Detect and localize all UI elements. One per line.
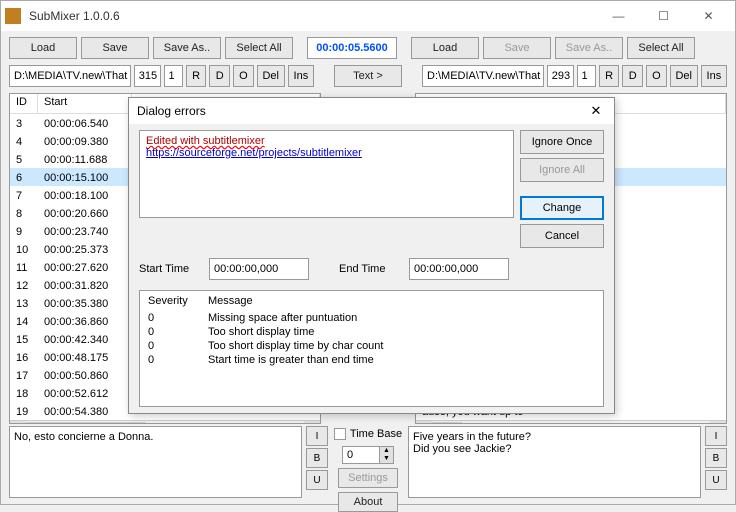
error-row[interactable]: 0Start time is greater than end time bbox=[140, 353, 603, 367]
about-button[interactable]: About bbox=[338, 492, 398, 512]
subtitle-text-left[interactable]: No, esto concierne a Donna. bbox=[9, 426, 302, 498]
path-field-left[interactable]: D:\MEDIA\TV.new\That 7 bbox=[9, 65, 131, 87]
app-icon bbox=[5, 8, 21, 24]
selectall-button-left[interactable]: Select All bbox=[225, 37, 293, 59]
path-field-right[interactable]: D:\MEDIA\TV.new\That bbox=[422, 65, 544, 87]
ignore-once-button[interactable]: Ignore Once bbox=[520, 130, 604, 154]
timebase-check[interactable]: Time Base bbox=[334, 426, 402, 442]
bold-button-l[interactable]: B bbox=[306, 448, 328, 468]
count1-right[interactable]: 293 bbox=[547, 65, 574, 87]
load-button-left[interactable]: Load bbox=[9, 37, 77, 59]
saveas-button-left[interactable]: Save As.. bbox=[153, 37, 221, 59]
change-button[interactable]: Change bbox=[520, 196, 604, 220]
spinbox[interactable]: 0 ▲▼ bbox=[342, 446, 394, 464]
load-button-right[interactable]: Load bbox=[411, 37, 479, 59]
col-id: ID bbox=[10, 94, 38, 113]
selectall-button-right[interactable]: Select All bbox=[627, 37, 695, 59]
col-message: Message bbox=[200, 293, 603, 309]
end-time-label: End Time bbox=[339, 263, 403, 275]
dialog-title: Dialog errors bbox=[137, 104, 586, 118]
dialog-errors: Dialog errors ✕ Edited with subtitlemixe… bbox=[128, 97, 615, 414]
center-bottom: Time Base 0 ▲▼ Settings About bbox=[332, 426, 404, 498]
edit-line2: https://sourceforge.net/projects/subtitl… bbox=[146, 147, 507, 159]
titlebar: SubMixer 1.0.0.6 — ☐ ✕ bbox=[1, 1, 735, 31]
close-button[interactable]: ✕ bbox=[686, 2, 731, 30]
r-button-left[interactable]: R bbox=[186, 65, 207, 87]
d-button-right[interactable]: D bbox=[622, 65, 643, 87]
bottom-row: No, esto concierne a Donna. I B U Time B… bbox=[1, 424, 735, 504]
h-scroll-right[interactable]: ◄ ► bbox=[416, 420, 726, 424]
count2-right[interactable]: 1 bbox=[577, 65, 596, 87]
del-button-left[interactable]: Del bbox=[257, 65, 285, 87]
dialog-edit-box[interactable]: Edited with subtitlemixer https://source… bbox=[139, 130, 514, 218]
bold-button-r[interactable]: B bbox=[705, 448, 727, 468]
window-title: SubMixer 1.0.0.6 bbox=[29, 9, 596, 23]
toolbar: Load Save Save As.. Select All 00:00:05.… bbox=[1, 31, 735, 65]
maximize-button[interactable]: ☐ bbox=[641, 2, 686, 30]
timebase-label: Time Base bbox=[350, 428, 402, 440]
dialog-titlebar: Dialog errors ✕ bbox=[129, 98, 614, 124]
edit-line1: Edited with subtitlemixer bbox=[146, 135, 507, 147]
ignore-all-button[interactable]: Ignore All bbox=[520, 158, 604, 182]
error-row[interactable]: 0Missing space after puntuation bbox=[140, 311, 603, 325]
checkbox-icon bbox=[334, 428, 346, 440]
dialog-close-button[interactable]: ✕ bbox=[586, 103, 606, 119]
del-button-right[interactable]: Del bbox=[670, 65, 698, 87]
count1-left[interactable]: 315 bbox=[134, 65, 161, 87]
error-row[interactable]: 0Too short display time bbox=[140, 325, 603, 339]
save-button-left[interactable]: Save bbox=[81, 37, 149, 59]
col-severity: Severity bbox=[140, 293, 200, 309]
saveas-button-right[interactable]: Save As.. bbox=[555, 37, 623, 59]
start-time-label: Start Time bbox=[139, 263, 203, 275]
dialog-errors-table[interactable]: Severity Message 0Missing space after pu… bbox=[139, 290, 604, 407]
ins-button-left[interactable]: Ins bbox=[288, 65, 314, 87]
time-display: 00:00:05.5600 bbox=[307, 37, 397, 59]
italic-button-l[interactable]: I bbox=[306, 426, 328, 446]
text-arrow-button[interactable]: Text > bbox=[334, 65, 402, 87]
d-button-left[interactable]: D bbox=[209, 65, 230, 87]
format-buttons-right: I B U bbox=[705, 426, 727, 498]
subtitle-text-right[interactable]: Five years in the future? Did you see Ja… bbox=[408, 426, 701, 498]
italic-button-r[interactable]: I bbox=[705, 426, 727, 446]
count2-left[interactable]: 1 bbox=[164, 65, 183, 87]
path-row: D:\MEDIA\TV.new\That 7 315 1 R D O Del I… bbox=[1, 65, 735, 93]
minimize-button[interactable]: — bbox=[596, 2, 641, 30]
end-time-field[interactable]: 00:00:00,000 bbox=[409, 258, 509, 280]
r-button-right[interactable]: R bbox=[599, 65, 620, 87]
o-button-right[interactable]: O bbox=[646, 65, 667, 87]
settings-button[interactable]: Settings bbox=[338, 468, 398, 488]
error-row[interactable]: 0Too short display time by char count bbox=[140, 339, 603, 353]
cancel-button[interactable]: Cancel bbox=[520, 224, 604, 248]
o-button-left[interactable]: O bbox=[233, 65, 254, 87]
underline-button-l[interactable]: U bbox=[306, 470, 328, 490]
format-buttons-left: I B U bbox=[306, 426, 328, 498]
save-button-right[interactable]: Save bbox=[483, 37, 551, 59]
start-time-field[interactable]: 00:00:00,000 bbox=[209, 258, 309, 280]
col-start: Start bbox=[38, 94, 132, 113]
underline-button-r[interactable]: U bbox=[705, 470, 727, 490]
ins-button-right[interactable]: Ins bbox=[701, 65, 727, 87]
h-scroll-left[interactable]: ◄ ► bbox=[10, 420, 320, 424]
